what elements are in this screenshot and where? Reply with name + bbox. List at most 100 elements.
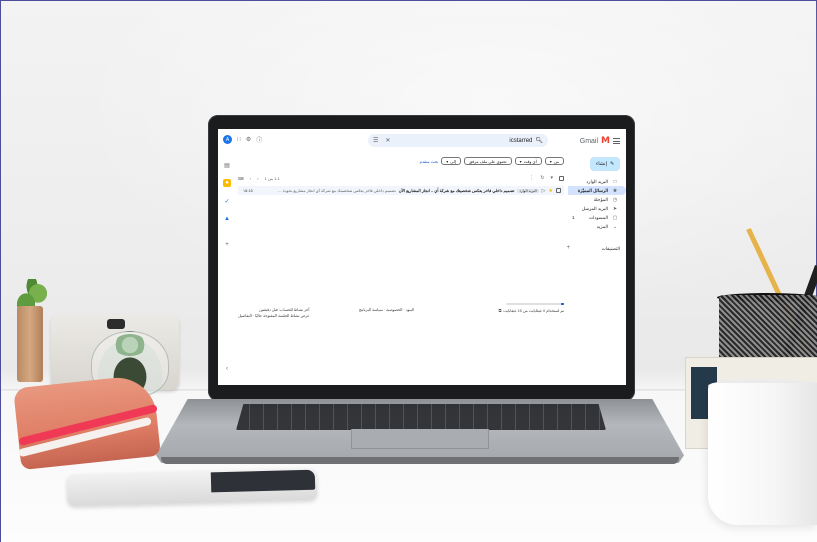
gmail-logo-area: M Gmail <box>580 136 620 146</box>
camera-lens <box>107 319 125 329</box>
next-page-icon[interactable]: › <box>250 176 251 181</box>
sidebar-item-label: المسودات <box>588 214 608 220</box>
laptop-keyboard <box>236 404 606 430</box>
terms-links[interactable]: البنود · الخصوصية · سياسة البرنامج <box>359 307 414 312</box>
chevron-down-icon: ▾ <box>446 158 449 164</box>
gmail-header: M Gmail 🔍︎ icstarred ✕ ☰ A ∷ ⚙ ⓘ <box>218 129 626 153</box>
sidebar-item-label: المؤجلة <box>593 196 608 202</box>
plant-pot-prop <box>17 306 43 382</box>
search-icon[interactable]: 🔍︎ <box>535 137 543 144</box>
sidebar-item-label: البريد المرسل <box>581 205 608 211</box>
clear-search-icon[interactable]: ✕ <box>385 137 390 144</box>
storage-bar-fill <box>560 303 564 305</box>
sidebar-nav: □ البريد الوارد ★ الرسائل المميّزة ◷ الم… <box>568 177 626 231</box>
drafts-count: 1 <box>572 215 575 220</box>
mail-toolbar: ▾ ↻ ⋮ 1-1 من 1 ‹ › ⌨︎ <box>238 173 564 183</box>
pencil-icon: ✎ <box>609 161 615 167</box>
filter-chip-label: من <box>553 158 559 164</box>
clock-icon: ◷ <box>612 196 618 203</box>
sidebar-item-label: المزيد <box>596 223 608 229</box>
sidebar-item-sent[interactable]: ➤ البريد المرسل <box>568 204 626 213</box>
chevron-down-icon: ⌄ <box>612 223 618 230</box>
pagination: 1-1 من 1 ‹ › ⌨︎ <box>238 176 280 181</box>
collapse-panel-icon[interactable]: › <box>223 365 231 373</box>
send-icon: ➤ <box>612 205 618 212</box>
add-label-icon[interactable]: + <box>566 245 570 251</box>
sidebar-item-drafts[interactable]: ▢ المسودات 1 <box>568 213 626 222</box>
table-row[interactable]: ★ ▷ البريد الوارد تصميم داخلي فاخر يعكس … <box>238 186 564 195</box>
compose-label: إنشاء <box>595 161 607 167</box>
pencil-cup-prop <box>719 295 817 363</box>
settings-gear-icon[interactable]: ⚙ <box>246 136 251 143</box>
important-marker-icon[interactable]: ▷ <box>542 188 546 194</box>
account-avatar[interactable]: A <box>223 135 232 144</box>
hamburger-menu-icon[interactable] <box>613 138 620 144</box>
last-activity: آخر نشاط للحساب: قبل دقيقتين عرض نشاط ال… <box>238 307 309 319</box>
coffee-mug-prop <box>708 383 817 525</box>
search-filter-chips: من ▾ أي وقت ▾ تحتوي على ملف مرفق إلى ▾ ب… <box>420 157 564 165</box>
search-options-icon[interactable]: ☰ <box>373 137 378 144</box>
chevron-down-icon: ▾ <box>519 158 522 164</box>
refresh-icon[interactable]: ↻ <box>540 175 544 181</box>
apps-grid-icon[interactable]: ∷ <box>237 136 241 143</box>
filter-chip-time[interactable]: أي وقت ▾ <box>514 157 542 165</box>
filter-chip-from[interactable]: من ▾ <box>544 157 564 165</box>
email-snippet: تصميم داخلي فاخر يعكس شخصيتك مع شركة أي … <box>276 188 396 193</box>
star-icon[interactable]: ★ <box>549 188 553 194</box>
mail-list-area: من ▾ أي وقت ▾ تحتوي على ملف مرفق إلى ▾ ب… <box>238 153 564 383</box>
sidebar-item-label: البريد الوارد <box>586 178 608 184</box>
toolbar-actions: ▾ ↻ ⋮ <box>529 175 564 181</box>
select-all-checkbox[interactable] <box>559 175 564 181</box>
gmail-m-logo-icon: M <box>601 136 610 146</box>
filter-chip-label: إلى <box>450 158 456 164</box>
row-checkbox[interactable] <box>556 188 561 193</box>
calendar-icon[interactable]: ▤ <box>223 161 231 169</box>
email-subject: تصميم داخلي فاخر يعكس شخصيتك مع شركة أي … <box>398 188 515 193</box>
filter-chip-label: تحتوي على ملف مرفق <box>468 158 507 164</box>
compose-button[interactable]: ✎ إنشاء <box>590 157 620 171</box>
sidebar-item-more[interactable]: ⌄ المزيد <box>568 222 626 231</box>
laptop-screen: M Gmail 🔍︎ icstarred ✕ ☰ A ∷ ⚙ ⓘ ✎ إنشاء… <box>218 129 626 385</box>
laptop-front-edge <box>161 457 679 464</box>
sidebar-item-label: الرسائل المميّزة <box>577 187 608 193</box>
side-panel-rail: ▤ ● ✓ ▲ + › <box>218 153 236 385</box>
prev-page-icon[interactable]: ‹ <box>257 176 258 181</box>
inbox-icon: □ <box>613 178 617 185</box>
help-icon[interactable]: ⓘ <box>256 135 262 144</box>
email-date: ١٥:٤٥ <box>241 188 253 193</box>
add-addon-icon[interactable]: + <box>223 241 231 249</box>
gmail-app: M Gmail 🔍︎ icstarred ✕ ☰ A ∷ ⚙ ⓘ ✎ إنشاء… <box>218 129 626 385</box>
sidebar-item-inbox[interactable]: □ البريد الوارد <box>568 177 626 186</box>
search-bar[interactable]: 🔍︎ icstarred ✕ ☰ <box>368 134 548 147</box>
filter-chip-to[interactable]: إلى ▾ <box>441 157 461 165</box>
pagination-text: 1-1 من 1 <box>264 175 280 181</box>
star-icon: ★ <box>612 187 618 194</box>
filter-chip-attachment[interactable]: تحتوي على ملف مرفق <box>463 157 512 165</box>
storage-bar <box>506 303 564 305</box>
succulent-plant-prop <box>113 334 147 356</box>
sidebar-item-snoozed[interactable]: ◷ المؤجلة <box>568 195 626 204</box>
storage-meter: تم استخدام 0 غيغابايت من 15 غيغابايت ⧉ <box>499 303 564 314</box>
storage-text-row: تم استخدام 0 غيغابايت من 15 غيغابايت ⧉ <box>499 308 564 314</box>
input-tools-icon[interactable]: ⌨︎ <box>238 176 244 181</box>
search-query-area[interactable]: 🔍︎ icstarred <box>509 137 543 145</box>
chevron-down-icon[interactable]: ▾ <box>550 175 553 181</box>
storage-text: تم استخدام 0 غيغابايت من 15 غيغابايت <box>503 309 564 313</box>
labels-section-title: التصنيفات <box>601 246 620 251</box>
inbox-label-tag: البريد الوارد <box>517 188 539 193</box>
more-vert-icon[interactable]: ⋮ <box>529 175 534 181</box>
laptop-trackpad <box>351 429 489 449</box>
chevron-down-icon: ▾ <box>549 158 552 164</box>
mail-footer: تم استخدام 0 غيغابايت من 15 غيغابايت ⧉ ا… <box>238 303 564 323</box>
keep-icon[interactable]: ● <box>223 179 231 187</box>
gmail-logo-text: Gmail <box>579 137 599 145</box>
filter-chip-label: أي وقت <box>523 158 537 164</box>
contacts-icon[interactable]: ▲ <box>223 215 231 223</box>
sidebar-item-starred[interactable]: ★ الرسائل المميّزة <box>568 186 626 195</box>
activity-details-link[interactable]: عرض نشاط الجلسة المفتوحة حاليًا · التفاص… <box>238 313 309 319</box>
search-actions: ✕ ☰ <box>373 137 390 144</box>
search-input[interactable]: icstarred <box>509 138 532 144</box>
open-in-new-icon[interactable]: ⧉ <box>499 309 502 313</box>
tasks-icon[interactable]: ✓ <box>223 197 231 205</box>
advanced-search-link[interactable]: بحث متقدم <box>420 159 439 164</box>
